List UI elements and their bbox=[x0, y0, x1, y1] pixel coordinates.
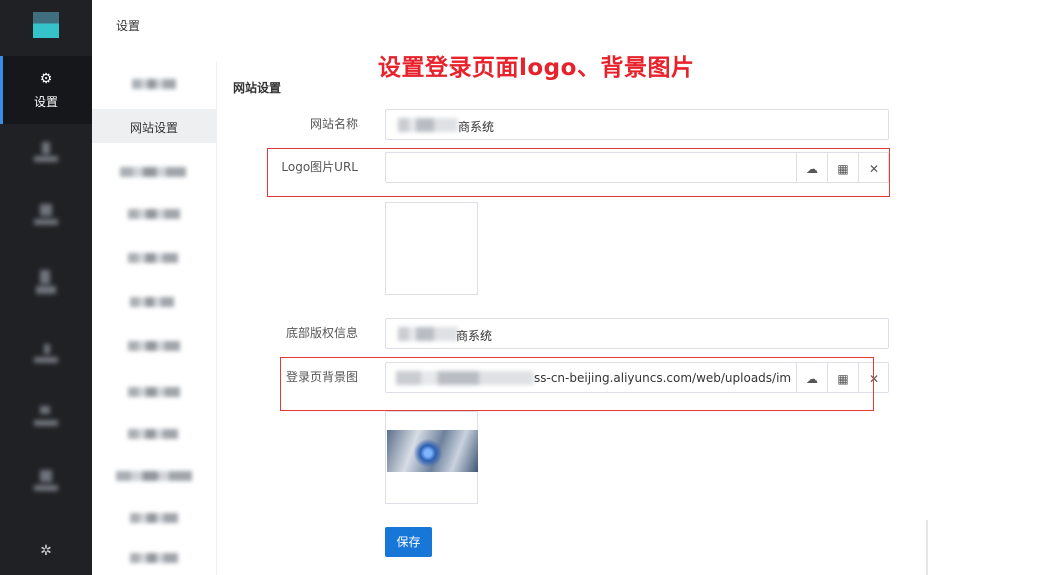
rail-item-blurred-5[interactable] bbox=[34, 406, 58, 432]
copyright-value: 商系统 bbox=[456, 329, 493, 343]
rail-active-indicator bbox=[0, 56, 3, 124]
rail-item-blurred-3[interactable] bbox=[34, 270, 58, 296]
background-highlight-box bbox=[280, 357, 874, 411]
logo-highlight-box bbox=[267, 148, 890, 197]
submenu-item-blurred-1[interactable] bbox=[92, 67, 216, 101]
copyright-input[interactable]: 商系统 bbox=[385, 318, 889, 349]
site-name-label: 网站名称 bbox=[309, 117, 358, 131]
site-name-value: 商系统 bbox=[458, 120, 495, 134]
app-logo bbox=[33, 12, 59, 38]
rail-item-blurred-6[interactable] bbox=[34, 470, 58, 496]
rail-item-settings-label: 设置 bbox=[33, 95, 58, 109]
page-title: 设置 bbox=[116, 19, 141, 33]
background-preview bbox=[385, 411, 478, 504]
copyright-label: 底部版权信息 bbox=[285, 326, 358, 340]
rail-item-settings[interactable] bbox=[0, 56, 92, 124]
gear-outline-icon: ⚙ bbox=[39, 71, 53, 87]
submenu-item-site-settings[interactable]: 网站设置 bbox=[92, 109, 216, 143]
redacted-text bbox=[398, 118, 458, 132]
submenu-item-blurred-11[interactable] bbox=[92, 541, 216, 575]
rail-item-blurred-4[interactable] bbox=[34, 344, 58, 370]
submenu-item-blurred-5[interactable] bbox=[92, 285, 216, 319]
submenu-item-blurred-3[interactable] bbox=[92, 197, 216, 231]
submenu-item-blurred-8[interactable] bbox=[92, 417, 216, 451]
top-header: 设置 bbox=[92, 0, 1046, 48]
submenu-item-blurred-10[interactable] bbox=[92, 501, 216, 535]
redacted-text bbox=[398, 327, 458, 341]
submenu-item-blurred-7[interactable] bbox=[92, 375, 216, 409]
annotation-banner: 设置登录页面logo、背景图片 bbox=[378, 55, 695, 81]
submenu-item-blurred-2[interactable] bbox=[92, 155, 216, 189]
background-preview-image bbox=[387, 430, 478, 472]
rail-item-blurred-1[interactable] bbox=[34, 142, 58, 168]
rail-item-blurred-2[interactable] bbox=[34, 204, 58, 230]
gear-icon[interactable]: ✲ bbox=[37, 542, 55, 560]
secondary-sidebar: 网站设置 bbox=[92, 55, 216, 575]
site-name-input[interactable]: 商系统 bbox=[385, 109, 889, 140]
panel-title: 网站设置 bbox=[233, 81, 282, 95]
submenu-item-label: 网站设置 bbox=[129, 121, 178, 135]
app-root: ⚙ 设置 ✲ 设置 网站设置 网站设置 设置登录页面logo、背景图片 网站名称… bbox=[0, 0, 1046, 575]
submenu-item-blurred-9[interactable] bbox=[92, 459, 216, 493]
primary-sidebar: ⚙ 设置 ✲ bbox=[0, 0, 92, 575]
submenu-item-blurred-6[interactable] bbox=[92, 329, 216, 363]
save-button[interactable]: 保存 bbox=[385, 527, 432, 557]
logo-preview bbox=[385, 202, 478, 295]
scroll-shadow bbox=[926, 520, 928, 575]
submenu-item-blurred-4[interactable] bbox=[92, 241, 216, 275]
